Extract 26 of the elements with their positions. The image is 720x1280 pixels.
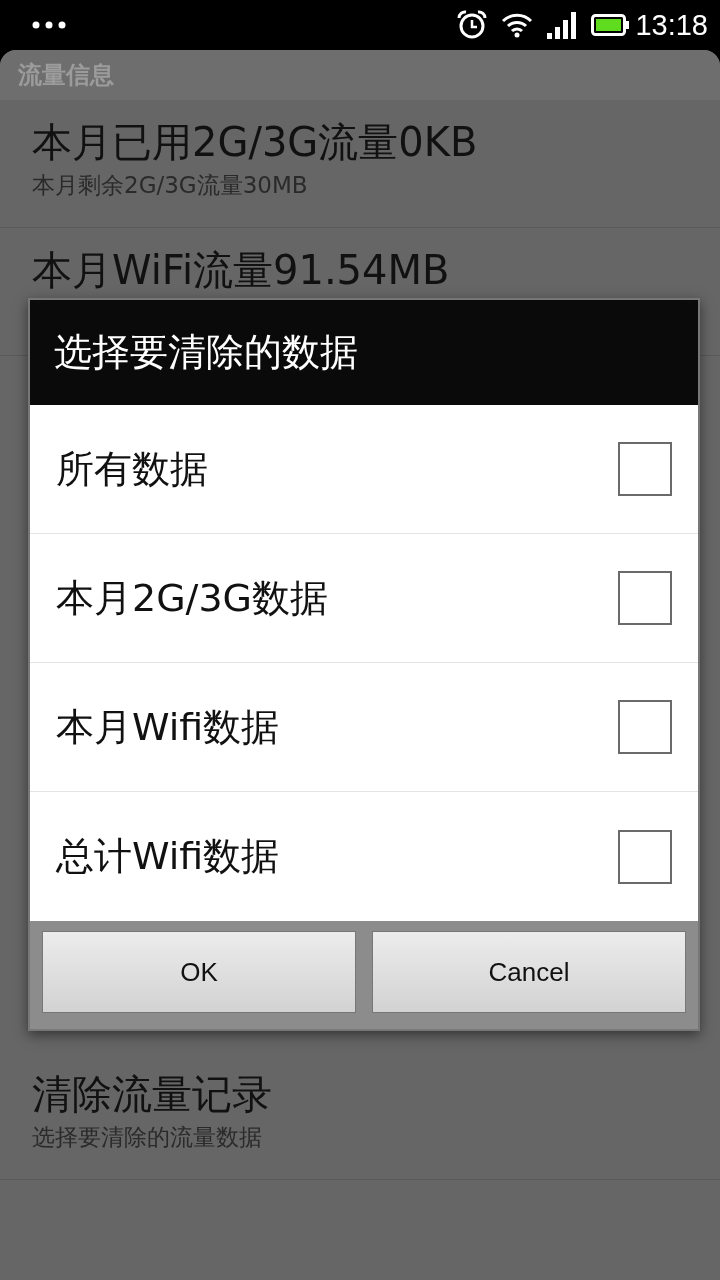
signal-icon bbox=[547, 11, 578, 39]
option-label: 本月Wifi数据 bbox=[56, 703, 280, 751]
option-row[interactable]: 总计Wifi数据 bbox=[30, 792, 698, 921]
dialog-button[interactable]: OK bbox=[42, 931, 356, 1013]
checkbox[interactable] bbox=[618, 829, 672, 884]
row-subtitle: 选择要清除的流量数据 bbox=[32, 1123, 263, 1152]
row-title: 清除流量记录 bbox=[32, 1070, 273, 1118]
checkbox[interactable] bbox=[618, 442, 672, 496]
option-row[interactable]: 所有数据 bbox=[30, 405, 698, 534]
option-row[interactable]: 本月Wifi数据 bbox=[30, 663, 698, 792]
more-icon bbox=[32, 21, 66, 29]
battery-icon bbox=[591, 14, 630, 36]
option-label: 总计Wifi数据 bbox=[56, 833, 280, 880]
dialog-button[interactable]: Cancel bbox=[372, 931, 686, 1013]
checkbox[interactable] bbox=[618, 700, 672, 754]
row-subtitle: 本月剩余2G/3G流量30MB bbox=[32, 171, 309, 200]
option-label: 所有数据 bbox=[56, 445, 208, 493]
alarm-icon bbox=[457, 10, 488, 40]
wifi-icon bbox=[501, 12, 534, 38]
row-title: 本月已用2G/3G流量0KB bbox=[32, 118, 479, 166]
dialog-title: 选择要清除的数据 bbox=[30, 300, 698, 405]
checkbox[interactable] bbox=[618, 571, 672, 625]
option-label: 本月2G/3G数据 bbox=[56, 574, 329, 622]
clock-time: 13:18 bbox=[635, 8, 708, 42]
row-title: 本月WiFi流量91.54MB bbox=[32, 246, 451, 294]
option-row[interactable]: 本月2G/3G数据 bbox=[30, 534, 698, 663]
